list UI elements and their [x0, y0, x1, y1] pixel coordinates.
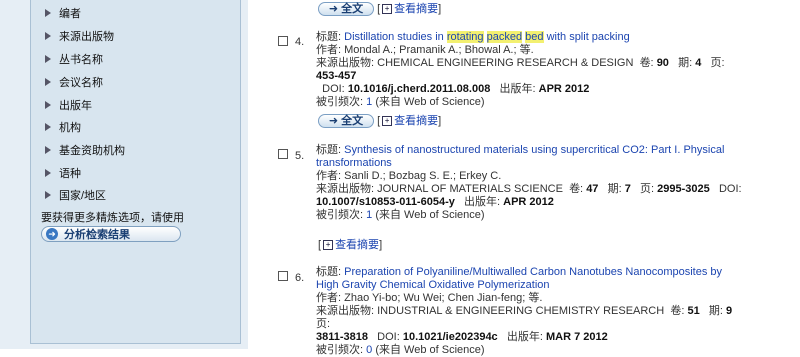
triangle-right-icon [45, 55, 51, 64]
record-5-actions: [+ 查看摘要] [318, 236, 382, 252]
record-title-link-cont[interactable]: transformations [316, 157, 392, 169]
record-3-actions: ➜ 全文 [+ 查看摘要] [318, 0, 441, 17]
facet-editors[interactable]: 编者 [45, 5, 81, 23]
record-doi: 3811-3818 DOI: 10.1021/ie202394c 出版年: MA… [316, 331, 608, 343]
record-authors: 作者: Mondal A.; Pramanik A.; Bhowal A.; 等… [316, 44, 534, 56]
record-number: 5. [295, 150, 305, 162]
triangle-right-icon [45, 191, 51, 200]
full-text-button[interactable]: ➜ 全文 [318, 2, 374, 17]
record-title-link-cont[interactable]: High Gravity Chemical Oxidative Polymeri… [316, 279, 550, 291]
plus-box-icon: + [323, 240, 334, 251]
facet-pubyear[interactable]: 出版年 [45, 97, 92, 115]
record-source: 来源出版物: JOURNAL OF MATERIALS SCIENCE 卷: 4… [316, 183, 742, 195]
record-title: 标题: Distillation studies in rotating pac… [316, 31, 630, 43]
view-abstract-link[interactable]: [+ 查看摘要] [377, 3, 441, 15]
plus-box-icon: + [382, 116, 393, 127]
cited-count-link[interactable]: 1 [366, 96, 372, 108]
record-title: 标题: Preparation of Polyaniline/Multiwall… [316, 266, 723, 278]
record-title-link[interactable]: Distillation studies in rotating packed … [344, 31, 630, 43]
record-doi: 10.1007/s10853-011-6054-y 出版年: APR 2012 [316, 196, 554, 208]
triangle-right-icon [45, 101, 51, 110]
record-4-actions: ➜ 全文 [+ 查看摘要] [318, 112, 441, 129]
record-source: 来源出版物: CHEMICAL ENGINEERING RESEARCH & D… [316, 57, 725, 82]
refine-note: 要获得更多精炼选项，请使用 [41, 212, 184, 224]
facet-country[interactable]: 国家/地区 [45, 187, 106, 205]
plus-box-icon: + [382, 4, 393, 15]
sidebar: 编者 来源出版物 丛书名称 会议名称 出版年 机构 基金资助机构 语种 国家/地… [0, 0, 248, 349]
cited-count-link[interactable]: 0 [366, 344, 372, 356]
facet-language[interactable]: 语种 [45, 165, 81, 183]
full-text-button[interactable]: ➜ 全文 [318, 114, 374, 129]
triangle-right-icon [45, 146, 51, 155]
record-checkbox[interactable] [278, 149, 288, 159]
record-source: 来源出版物: INDUSTRIAL & ENGINEERING CHEMISTR… [316, 305, 733, 330]
refine-panel: 编者 来源出版物 丛书名称 会议名称 出版年 机构 基金资助机构 语种 国家/地… [30, 0, 241, 344]
record-authors: 作者: Zhao Yi-bo; Wu Wei; Chen Jian-feng; … [316, 292, 543, 304]
record-number: 6. [295, 272, 305, 284]
record-doi: DOI: 10.1016/j.cherd.2011.08.008 出版年: AP… [322, 83, 590, 95]
facet-organization[interactable]: 机构 [45, 119, 81, 137]
triangle-right-icon [45, 123, 51, 132]
analyze-results-button[interactable]: ➜ 分析检索结果 [41, 226, 181, 242]
record-title: 标题: Synthesis of nanostructured material… [316, 144, 725, 156]
record-title-link[interactable]: Preparation of Polyaniline/Multiwalled C… [344, 266, 722, 278]
record-checkbox[interactable] [278, 271, 288, 281]
cited-count-link[interactable]: 1 [366, 209, 372, 221]
view-abstract-link[interactable]: [+ 查看摘要] [318, 239, 382, 251]
facet-funding[interactable]: 基金资助机构 [45, 142, 125, 160]
facet-conference[interactable]: 会议名称 [45, 74, 103, 92]
record-cited: 被引频次: 1 (来自 Web of Science) [316, 96, 485, 108]
triangle-right-icon [45, 78, 51, 87]
triangle-right-icon [45, 169, 51, 178]
arrow-right-icon: ➜ [46, 228, 58, 240]
record-cited: 被引频次: 1 (来自 Web of Science) [316, 209, 485, 221]
facet-series[interactable]: 丛书名称 [45, 51, 103, 69]
view-abstract-link[interactable]: [+ 查看摘要] [377, 115, 441, 127]
triangle-right-icon [45, 9, 51, 18]
record-cited: 被引频次: 0 (来自 Web of Science) [316, 344, 485, 356]
record-checkbox[interactable] [278, 36, 288, 46]
record-title-link[interactable]: Synthesis of nanostructured materials us… [344, 144, 724, 156]
triangle-right-icon [45, 32, 51, 41]
facet-source[interactable]: 来源出版物 [45, 28, 114, 46]
record-number: 4. [295, 36, 305, 48]
record-authors: 作者: Sanli D.; Bozbag S. E.; Erkey C. [316, 170, 502, 182]
